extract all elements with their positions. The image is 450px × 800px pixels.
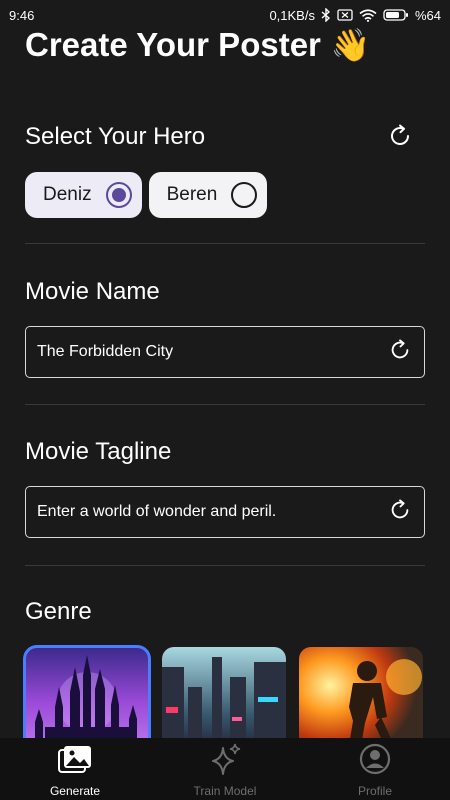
battery-icon xyxy=(383,9,409,21)
bottom-nav: Generate Train Model Profile xyxy=(0,738,450,800)
genre-title: Genre xyxy=(25,598,92,625)
status-time: 9:46 xyxy=(9,7,35,23)
hero-options: Deniz Beren xyxy=(25,172,268,218)
nav-label: Train Model xyxy=(193,784,257,798)
radio-selected-icon[interactable] xyxy=(105,182,132,208)
movie-tagline-refresh-icon[interactable] xyxy=(388,498,412,527)
divider xyxy=(25,404,425,405)
page-title-text: Create Your Poster xyxy=(25,26,321,63)
hero-option-beren[interactable]: Beren xyxy=(148,172,268,218)
wifi-icon xyxy=(359,8,377,22)
waving-hand-icon: 👋 xyxy=(330,27,371,63)
status-indicators: 0,1KB/s %64 xyxy=(269,8,441,23)
divider xyxy=(25,565,425,566)
movie-tagline-field[interactable]: Enter a world of wonder and peril. xyxy=(25,486,425,538)
movie-name-refresh-icon[interactable] xyxy=(388,338,412,367)
hero-option-label: Beren xyxy=(166,184,218,205)
hero-section-title: Select Your Hero xyxy=(25,123,206,150)
profile-icon xyxy=(358,742,392,781)
page-title: Create Your Poster 👋 xyxy=(25,26,371,64)
nav-profile[interactable]: Profile xyxy=(300,742,450,798)
sim-off-icon xyxy=(337,9,353,21)
image-icon xyxy=(57,744,93,781)
hero-option-deniz[interactable]: Deniz xyxy=(25,172,142,218)
hero-refresh-icon[interactable] xyxy=(386,122,414,150)
sparkles-icon xyxy=(207,742,243,781)
bluetooth-icon xyxy=(321,8,331,22)
battery-level: %64 xyxy=(414,7,441,23)
movie-tagline-value: Enter a world of wonder and peril. xyxy=(37,503,277,520)
nav-train-model[interactable]: Train Model xyxy=(150,742,300,798)
nav-label: Profile xyxy=(357,784,392,798)
radio-unselected-icon[interactable] xyxy=(231,182,258,208)
hero-option-label: Deniz xyxy=(43,184,92,205)
divider xyxy=(25,243,425,244)
nav-generate[interactable]: Generate xyxy=(0,744,150,798)
movie-name-value: The Forbidden City xyxy=(37,343,174,360)
nav-label: Generate xyxy=(49,784,101,798)
movie-name-title: Movie Name xyxy=(25,278,160,305)
movie-tagline-title: Movie Tagline xyxy=(25,438,172,465)
network-speed: 0,1KB/s xyxy=(269,7,315,23)
movie-name-field[interactable]: The Forbidden City xyxy=(25,326,425,378)
